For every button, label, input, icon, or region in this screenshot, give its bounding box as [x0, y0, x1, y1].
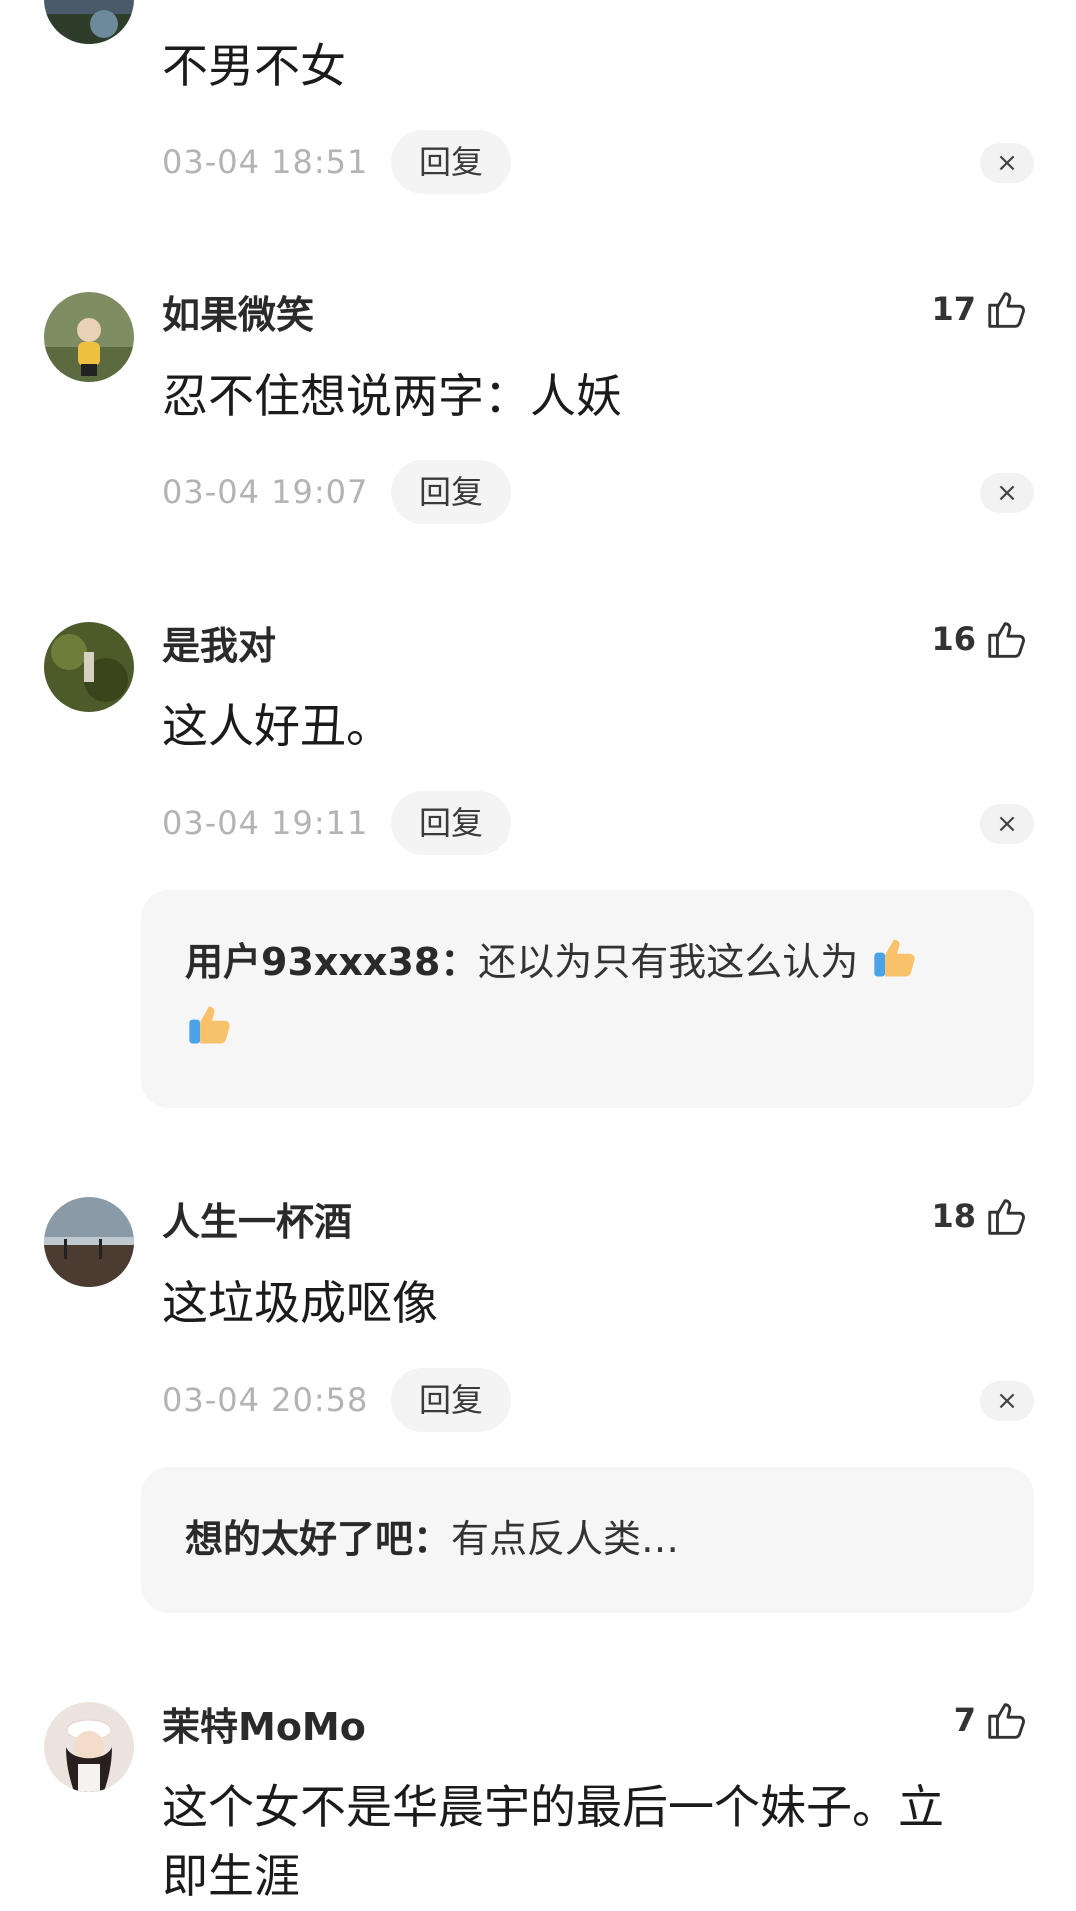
- sub-reply-username[interactable]: 用户93xxx38：: [185, 940, 478, 984]
- thumbs-up-outline-icon: [988, 292, 1025, 328]
- username[interactable]: 人生一杯酒: [162, 1203, 352, 1241]
- like-button[interactable]: 16: [931, 614, 1030, 664]
- avatar[interactable]: [44, 292, 134, 382]
- avatar[interactable]: [44, 0, 134, 44]
- thumbs-up-outline-icon: [988, 1703, 1025, 1739]
- reply-button[interactable]: 回复: [391, 1368, 511, 1432]
- like-count: 7: [953, 1701, 976, 1739]
- comment-time: 03-04 18:51: [162, 143, 369, 181]
- username[interactable]: 茉特MoMo: [162, 1708, 366, 1746]
- thumbs-up-emoji-icon: [189, 1006, 230, 1044]
- comment-time: 03-04 19:07: [162, 473, 369, 511]
- sub-reply[interactable]: 想的太好了吧：有点反人类…: [141, 1467, 1034, 1613]
- username[interactable]: 是我对: [162, 627, 276, 665]
- comment-content: 这人好丑。: [162, 699, 392, 753]
- close-icon[interactable]: ×: [980, 473, 1034, 513]
- like-count: 17: [931, 290, 976, 328]
- like-button[interactable]: 18: [931, 1191, 1030, 1241]
- thumbs-up-outline-icon: [988, 622, 1025, 658]
- like-button[interactable]: 7: [954, 1695, 1030, 1745]
- comment-content: 忍不住想说两字：人妖: [162, 369, 622, 423]
- close-icon[interactable]: ×: [980, 143, 1034, 183]
- sub-reply-text: 还以为只有我这么认为: [478, 940, 859, 984]
- comment-content: 这垃圾成呕像: [162, 1276, 438, 1330]
- like-button[interactable]: 17: [931, 284, 1030, 334]
- avatar[interactable]: [44, 622, 134, 712]
- reply-button[interactable]: 回复: [391, 791, 511, 855]
- comment-time: 03-04 20:58: [162, 1381, 369, 1419]
- comment-content: 这个女不是华晨宇的最后一个妹子。立: [162, 1780, 944, 1834]
- comment-content: 不男不女: [162, 39, 346, 93]
- thumbs-up-outline-icon: [988, 1199, 1025, 1235]
- sub-reply-username[interactable]: 想的太好了吧：: [185, 1517, 451, 1561]
- comment-time: 03-04 19:11: [162, 804, 369, 842]
- thumbs-up-emoji-icon: [874, 939, 916, 977]
- sub-reply-text: 有点反人类…: [451, 1517, 680, 1561]
- avatar[interactable]: [44, 1197, 134, 1287]
- reply-button[interactable]: 回复: [391, 460, 511, 524]
- close-icon[interactable]: ×: [980, 1381, 1034, 1421]
- reply-button[interactable]: 回复: [391, 130, 511, 194]
- close-icon[interactable]: ×: [980, 804, 1034, 844]
- like-count: 16: [931, 620, 976, 658]
- comment-content-line2: 即生涯: [162, 1849, 300, 1903]
- sub-reply[interactable]: 用户93xxx38：还以为只有我这么认为: [141, 890, 1034, 1108]
- like-count: 18: [931, 1197, 976, 1235]
- avatar[interactable]: [44, 1702, 134, 1792]
- username[interactable]: 如果微笑: [162, 296, 314, 334]
